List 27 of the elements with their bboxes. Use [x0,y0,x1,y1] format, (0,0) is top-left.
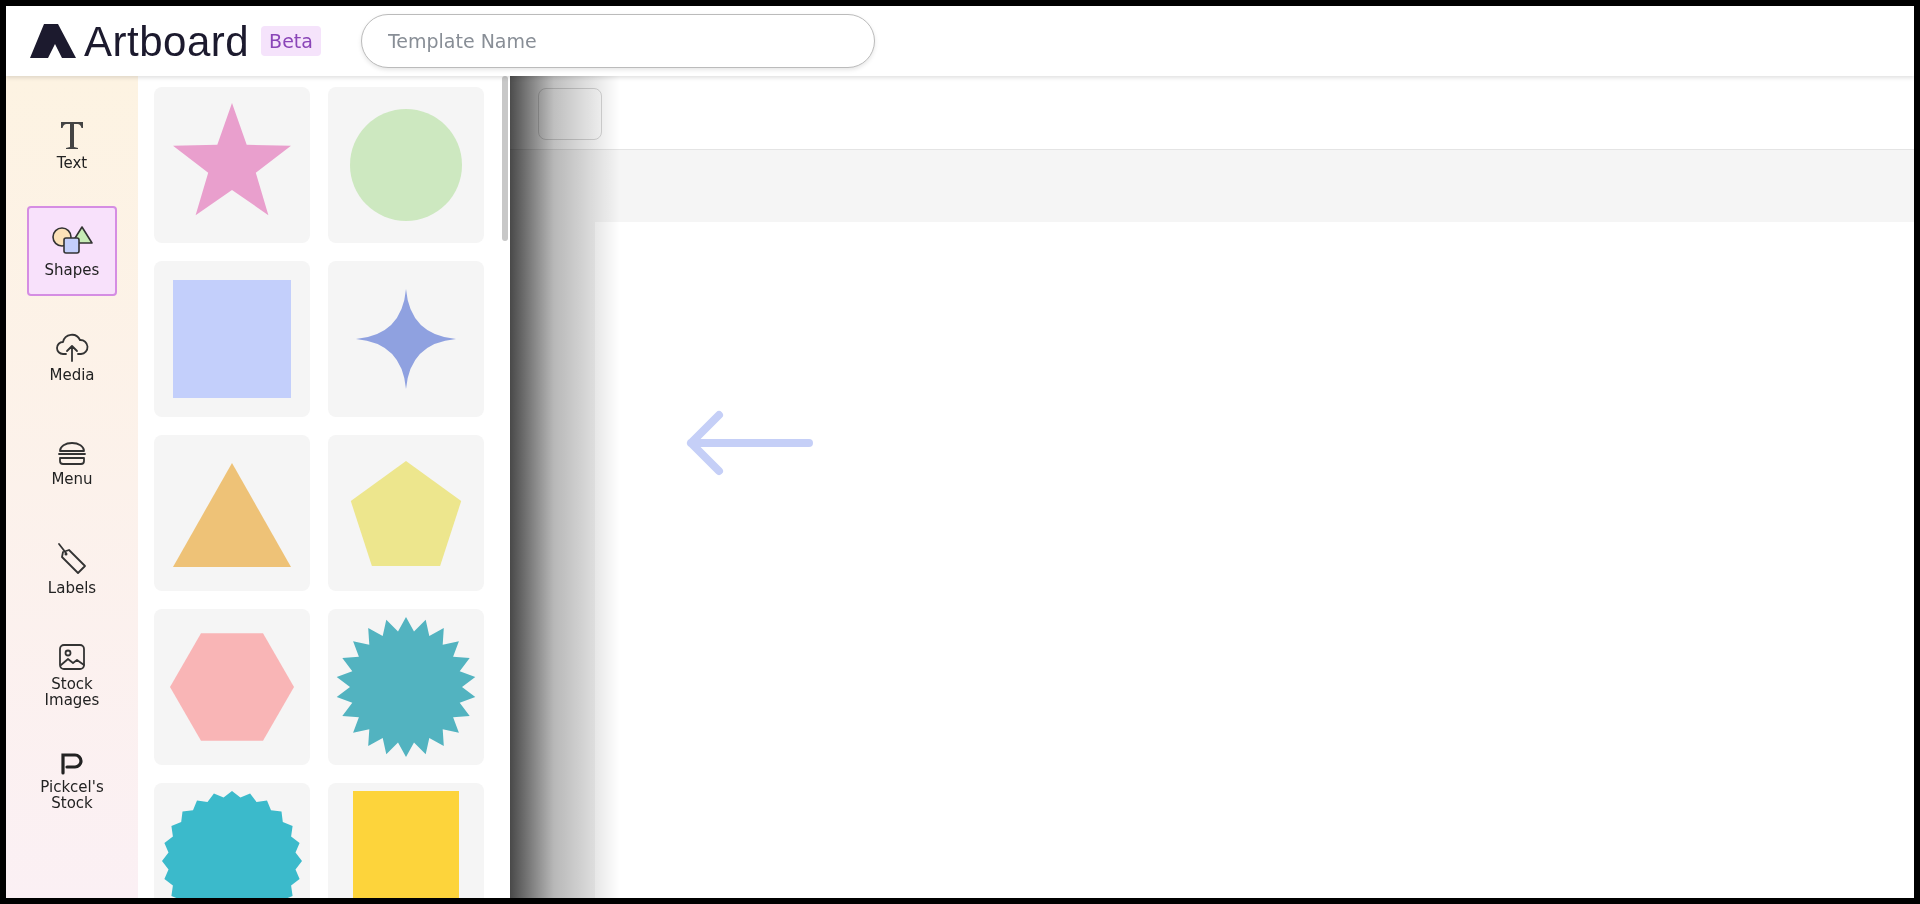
shape-tile[interactable] [328,87,484,243]
shape-tile[interactable] [154,87,310,243]
app-name: Artboard [84,16,250,67]
sidebar-item[interactable]: Stock Images [27,630,117,720]
sidebar-item[interactable]: Labels [27,524,117,614]
shape-tile[interactable] [328,435,484,591]
scrollbar[interactable] [502,76,508,241]
arrow-icon [685,410,813,476]
stock-logo-icon [59,750,85,775]
shape-tile[interactable] [154,609,310,765]
sidebar-item[interactable]: Menu [27,418,117,508]
shape-tile[interactable] [154,783,310,898]
tag-icon [55,541,89,576]
template-name-field[interactable]: Template Name [360,14,875,68]
image-icon [57,641,87,672]
shape-tile[interactable] [328,261,484,417]
toolbar-button[interactable] [538,88,602,140]
shape-tile[interactable] [154,435,310,591]
logo-icon [30,24,76,58]
sidebar-item[interactable]: Pickcel's Stock [27,736,117,826]
shape-tile[interactable] [328,609,484,765]
sidebar-item[interactable]: Text [27,100,117,190]
sidebar-item[interactable]: Shapes [27,206,117,296]
shape-tile[interactable] [328,783,484,898]
beta-tag: Beta [261,25,321,57]
sidebar-item[interactable]: Media [27,312,117,402]
shape-tile[interactable] [154,261,310,417]
